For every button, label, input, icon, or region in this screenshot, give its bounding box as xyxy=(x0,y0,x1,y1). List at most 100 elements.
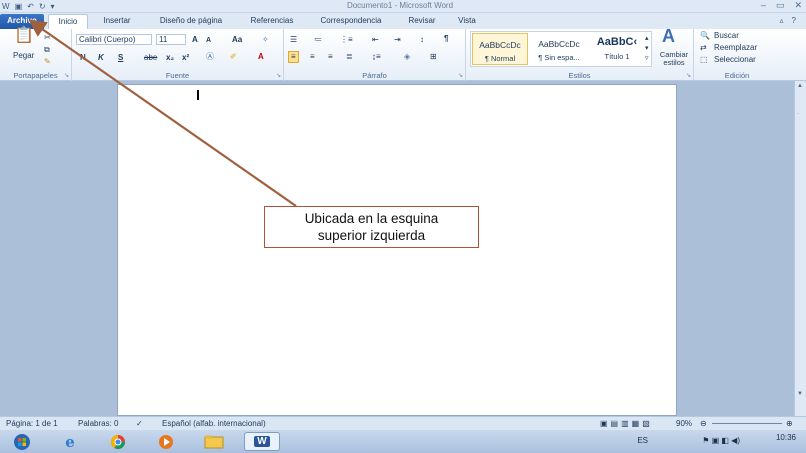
tray-icons[interactable]: ⚑ ▣ ◧ ◀) xyxy=(702,436,740,445)
word-taskbar-icon[interactable]: W xyxy=(244,432,280,451)
tab-vista[interactable]: Vista xyxy=(452,14,482,29)
clear-format-icon[interactable]: ✧ xyxy=(262,35,269,45)
styles-scroll-down-icon[interactable]: ▾ xyxy=(645,44,649,54)
styles-launcher-icon[interactable]: ↘ xyxy=(686,72,691,79)
language-indicator[interactable]: Español (alfab. internacional) xyxy=(162,419,266,428)
justify-icon[interactable]: ≣ xyxy=(346,52,353,62)
strikethrough-button[interactable]: abe xyxy=(144,53,157,63)
highlight-icon[interactable]: ✐ xyxy=(230,52,237,62)
proofing-icon[interactable]: ✓ xyxy=(136,419,143,428)
style-sample: AaBbCcDc xyxy=(538,39,580,49)
find-button[interactable]: Buscar xyxy=(714,31,739,41)
styles-more-icon[interactable]: ▿ xyxy=(645,54,649,64)
format-painter-icon[interactable]: ✎ xyxy=(44,57,51,67)
replace-button[interactable]: Reemplazar xyxy=(714,43,757,53)
view-buttons[interactable]: ▣▤▥▦▧ xyxy=(600,419,653,428)
increase-indent-icon[interactable]: ⇥ xyxy=(394,35,401,45)
style-no-spacing[interactable]: AaBbCcDc ¶ Sin espa... xyxy=(531,33,587,65)
paragraph-launcher-icon[interactable]: ↘ xyxy=(458,72,463,79)
quick-styles-gallery: AaBbCcDc ¶ Normal AaBbCcDc ¶ Sin espa...… xyxy=(470,31,652,67)
zoom-in-icon[interactable]: ⊕ xyxy=(786,419,793,428)
cut-icon[interactable]: ✂ xyxy=(44,33,51,43)
style-normal[interactable]: AaBbCcDc ¶ Normal xyxy=(472,33,528,65)
font-size-select[interactable]: 11 xyxy=(156,34,186,45)
input-language[interactable]: ES xyxy=(637,436,648,445)
callout-line-1: Ubicada en la esquina xyxy=(304,211,439,226)
clock[interactable]: 10:36 xyxy=(776,433,796,442)
sort-icon[interactable]: ↕ xyxy=(420,35,424,45)
style-name: ¶ Normal xyxy=(484,54,516,63)
chrome-icon[interactable] xyxy=(100,432,136,451)
grow-font-button[interactable]: A xyxy=(192,35,198,45)
vertical-scrollbar[interactable]: ▲ · ▼ xyxy=(794,81,806,416)
tab-revisar[interactable]: Revisar xyxy=(402,14,442,29)
borders-icon[interactable]: ⊞ xyxy=(430,52,437,62)
help-icon[interactable]: ? xyxy=(792,16,796,25)
tab-diseno-pagina[interactable]: Diseño de página xyxy=(150,14,232,29)
change-case-button[interactable]: Aa xyxy=(232,35,242,45)
customize-qat-icon[interactable]: ▾ xyxy=(51,1,55,12)
clipboard-launcher-icon[interactable]: ↘ xyxy=(64,72,69,79)
tab-referencias[interactable]: Referencias xyxy=(244,14,300,29)
numbering-icon[interactable]: ≔ xyxy=(314,35,322,45)
replace-icon[interactable]: ⇄ xyxy=(700,43,707,53)
change-styles-icon[interactable]: A xyxy=(662,27,675,45)
underline-button[interactable]: S xyxy=(118,53,123,63)
select-icon[interactable]: ⬚ xyxy=(700,55,708,65)
bullets-icon[interactable]: ☰ xyxy=(290,35,297,45)
bold-button[interactable]: N xyxy=(80,53,86,63)
tab-inicio[interactable]: Inicio xyxy=(48,14,88,29)
decrease-indent-icon[interactable]: ⇤ xyxy=(372,35,379,45)
zoom-slider[interactable] xyxy=(712,423,782,424)
close-icon[interactable]: ✕ xyxy=(794,0,802,11)
minimize-ribbon-icon[interactable]: ▵ xyxy=(780,16,784,25)
shading-icon[interactable]: ◈ xyxy=(404,52,410,62)
italic-button[interactable]: K xyxy=(98,53,104,63)
align-left-icon[interactable]: ≡ xyxy=(288,51,299,63)
select-button[interactable]: Seleccionar xyxy=(714,55,756,65)
superscript-button[interactable]: x² xyxy=(182,53,189,63)
undo-icon[interactable]: ↶ xyxy=(27,1,34,12)
multilevel-list-icon[interactable]: ⋮≡ xyxy=(340,35,353,45)
save-icon[interactable]: ▣ xyxy=(15,1,23,12)
page-count[interactable]: Página: 1 de 1 xyxy=(6,419,58,428)
scroll-up-icon[interactable]: ▲ xyxy=(797,83,803,89)
align-center-icon[interactable]: ≡ xyxy=(310,52,315,62)
media-player-icon[interactable] xyxy=(148,432,184,451)
maximize-icon[interactable]: ▭ xyxy=(776,0,785,11)
paste-icon[interactable]: 📋 xyxy=(14,28,34,44)
shrink-font-button[interactable]: A xyxy=(206,36,211,46)
redo-icon[interactable]: ↻ xyxy=(39,1,46,12)
ie-browser-icon[interactable]: e xyxy=(52,432,88,451)
scroll-down-icon[interactable]: ▼ xyxy=(797,391,803,397)
font-color-icon[interactable]: A xyxy=(258,52,264,62)
clipboard-group-label: Portapapeles xyxy=(13,71,58,80)
window-title: Documento1 - Microsoft Word xyxy=(346,1,454,10)
show-marks-icon[interactable]: ¶ xyxy=(444,34,448,44)
tab-correspondencia[interactable]: Correspondencia xyxy=(314,14,388,29)
font-name-select[interactable]: Calibri (Cuerpo) xyxy=(76,34,152,45)
change-styles-button[interactable]: Cambiar estilos xyxy=(654,51,694,67)
zoom-out-icon[interactable]: ⊖ xyxy=(700,419,707,428)
document-page[interactable] xyxy=(117,84,677,416)
tab-insertar[interactable]: Insertar xyxy=(94,14,140,29)
file-explorer-icon[interactable] xyxy=(196,432,232,451)
style-heading-1[interactable]: AaBbC‹ Título 1 xyxy=(589,33,645,65)
zoom-level[interactable]: 90% xyxy=(676,419,692,428)
document-workspace xyxy=(0,81,794,416)
text-effects-icon[interactable]: Ⓐ xyxy=(206,52,214,62)
ribbon: 📋 Pegar ✂ ⧉ ✎ Portapapeles ↘ Calibri (Cu… xyxy=(0,27,806,81)
copy-icon[interactable]: ⧉ xyxy=(44,45,50,55)
style-name: ¶ Sin espa... xyxy=(538,53,580,62)
find-icon[interactable]: 🔍 xyxy=(700,31,710,41)
minimize-icon[interactable]: – xyxy=(761,0,766,11)
paste-button[interactable]: Pegar xyxy=(13,51,34,61)
start-button-icon[interactable] xyxy=(4,432,40,451)
word-count[interactable]: Palabras: 0 xyxy=(78,419,118,428)
align-right-icon[interactable]: ≡ xyxy=(328,52,333,62)
styles-scroll-up-icon[interactable]: ▴ xyxy=(645,34,649,44)
line-spacing-icon[interactable]: ↨≡ xyxy=(372,52,381,62)
subscript-button[interactable]: x₂ xyxy=(166,53,174,63)
font-launcher-icon[interactable]: ↘ xyxy=(276,72,281,79)
word-logo-icon[interactable]: W xyxy=(2,1,10,12)
